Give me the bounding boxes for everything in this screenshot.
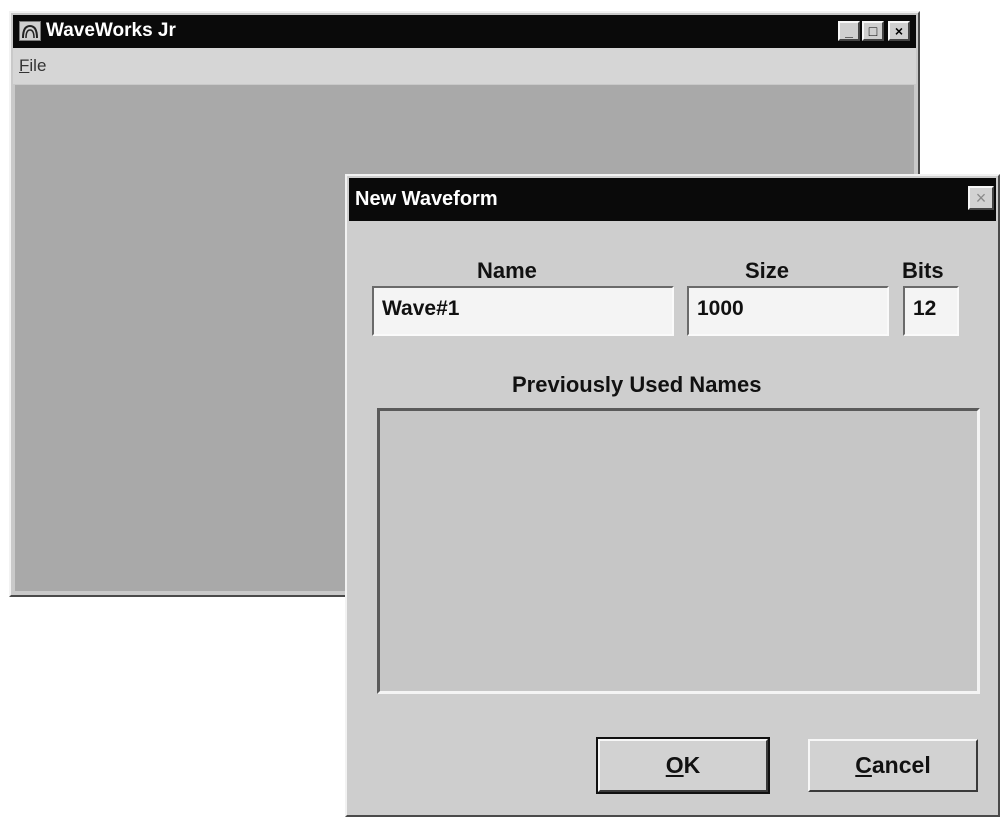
ok-access-key: O bbox=[665, 752, 684, 778]
bits-input[interactable]: 12 bbox=[903, 286, 959, 336]
maximize-icon: □ bbox=[868, 23, 878, 39]
dialog-close-button[interactable]: × bbox=[968, 186, 994, 210]
menu-bar: File bbox=[13, 48, 916, 84]
dialog-title: New Waveform bbox=[355, 188, 498, 210]
cancel-access-key: C bbox=[855, 752, 872, 778]
previously-used-names-label: Previously Used Names bbox=[512, 372, 762, 397]
minimize-icon: _ bbox=[845, 23, 853, 39]
ok-label: K bbox=[683, 752, 701, 778]
new-waveform-dialog: New Waveform × Name Size Bits Wave#1 100… bbox=[345, 174, 1000, 817]
name-label: Name bbox=[477, 258, 537, 283]
ok-button[interactable]: OK bbox=[596, 737, 770, 794]
dialog-title-bar[interactable]: New Waveform × bbox=[349, 178, 996, 221]
main-window-title: WaveWorks Jr bbox=[46, 20, 176, 41]
bits-label: Bits bbox=[902, 258, 944, 283]
wave-logo-icon bbox=[22, 24, 38, 39]
menu-file-label: ile bbox=[29, 56, 47, 75]
close-icon: × bbox=[975, 187, 987, 208]
minimize-button[interactable]: _ bbox=[838, 21, 860, 41]
cancel-button[interactable]: Cancel bbox=[808, 739, 978, 792]
menu-file[interactable]: File bbox=[19, 56, 46, 76]
previously-used-names-list[interactable] bbox=[377, 408, 980, 694]
size-input[interactable]: 1000 bbox=[687, 286, 889, 336]
maximize-button[interactable]: □ bbox=[862, 21, 884, 41]
close-icon: × bbox=[894, 23, 904, 39]
menu-file-access-key: F bbox=[19, 56, 30, 75]
app-icon[interactable] bbox=[19, 21, 41, 41]
main-title-bar[interactable]: WaveWorks Jr _ □ × bbox=[13, 15, 916, 48]
close-button[interactable]: × bbox=[888, 21, 910, 41]
cancel-label: ancel bbox=[871, 752, 931, 778]
name-input[interactable]: Wave#1 bbox=[372, 286, 674, 336]
size-label: Size bbox=[745, 258, 790, 283]
